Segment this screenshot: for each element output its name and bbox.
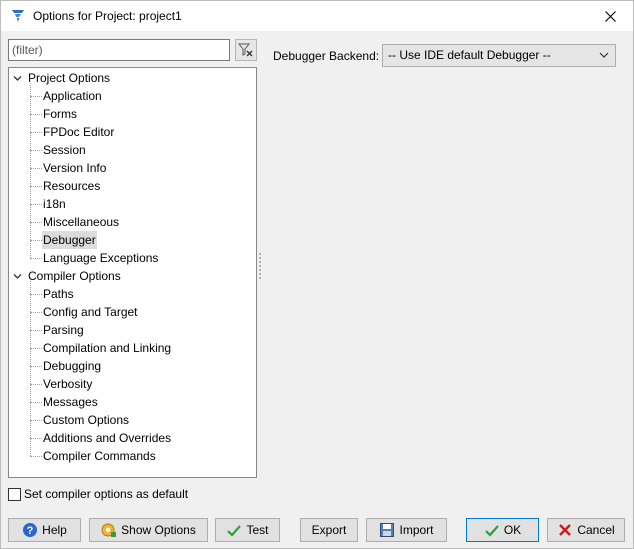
help-icon: ? (23, 523, 38, 537)
export-button[interactable]: Export (300, 518, 358, 542)
tree-item[interactable]: Compilation and Linking (42, 339, 172, 357)
tree-item[interactable]: Config and Target (42, 303, 139, 321)
cancel-label: Cancel (577, 523, 615, 537)
tree-item[interactable]: Miscellaneous (42, 213, 120, 231)
debugger-backend-select[interactable]: -- Use IDE default Debugger -- (382, 44, 616, 67)
help-button[interactable]: ? Help (8, 518, 81, 542)
tree-item-label: Miscellaneous (43, 215, 120, 229)
import-button[interactable]: Import (366, 518, 447, 542)
tree-item[interactable]: FPDoc Editor (42, 123, 115, 141)
default-options-checkbox[interactable] (8, 487, 21, 501)
help-label: Help (42, 523, 67, 537)
save-disk-icon (380, 523, 395, 537)
tree-item-label: Verbosity (43, 377, 93, 391)
tree-item[interactable]: Parsing (42, 321, 85, 339)
tree-item[interactable]: Application (42, 87, 103, 105)
tree-item-label: Session (43, 143, 86, 157)
ok-button[interactable]: OK (466, 518, 539, 542)
tree-item[interactable]: Verbosity (42, 375, 93, 393)
close-icon (604, 10, 616, 22)
tree-item[interactable]: Custom Options (42, 411, 130, 429)
tree-item[interactable]: Language Exceptions (42, 249, 159, 267)
debugger-backend-label: Debugger Backend: (273, 49, 380, 63)
default-options-row[interactable]: Set compiler options as default (8, 486, 188, 502)
test-button[interactable]: Test (215, 518, 280, 542)
tree-item-label: Additions and Overrides (43, 431, 172, 445)
tree-item[interactable]: Messages (42, 393, 99, 411)
import-label: Import (399, 523, 434, 537)
tree-group[interactable]: Compiler Options (27, 267, 122, 285)
splitter-handle[interactable] (259, 253, 262, 283)
cancel-button[interactable]: Cancel (547, 518, 625, 542)
tree-item[interactable]: Compiler Commands (42, 447, 157, 465)
tree-item-label: Messages (43, 395, 98, 409)
tree-item-label: Application (43, 89, 102, 103)
title-bar: Options for Project: project1 (1, 1, 633, 31)
tree-item-label: Paths (43, 287, 74, 301)
tree-item[interactable]: Paths (42, 285, 75, 303)
tree-item-label: FPDoc Editor (43, 125, 115, 139)
show-options-icon (101, 523, 117, 537)
options-dialog: Options for Project: project1 Project Op… (0, 0, 634, 549)
tree-item[interactable]: Additions and Overrides (42, 429, 172, 447)
export-label: Export (311, 523, 347, 537)
tree-item-label: Debugging (43, 359, 102, 373)
tree-item[interactable]: Version Info (42, 159, 107, 177)
tree-item[interactable]: Forms (42, 105, 78, 123)
tree-item-label: Compilation and Linking (43, 341, 172, 355)
filter-input[interactable] (8, 39, 230, 61)
show-options-button[interactable]: Show Options (89, 518, 208, 542)
options-tree[interactable]: Project Options Application Forms FPDoc Edi… (8, 67, 257, 478)
tree-expander[interactable] (11, 69, 23, 87)
tree-item-label: Language Exceptions (43, 251, 159, 265)
tree-item-label: Custom Options (43, 413, 130, 427)
tree-group-label: Project Options (28, 71, 111, 85)
check-icon (227, 525, 242, 537)
tree-item-label: Version Info (43, 161, 107, 175)
tree-item-label: Forms (43, 107, 77, 121)
close-button[interactable] (587, 1, 633, 31)
clear-filter-button[interactable] (235, 39, 257, 61)
show-options-label: Show Options (121, 523, 196, 537)
debugger-backend-value: -- Use IDE default Debugger -- (388, 48, 551, 62)
tree-item-label: Debugger (43, 233, 96, 247)
check-icon (485, 525, 499, 537)
svg-text:?: ? (27, 525, 34, 537)
chevron-down-icon (599, 52, 609, 58)
test-label: Test (246, 523, 269, 537)
tree-group-label: Compiler Options (28, 269, 121, 283)
chevron-down-icon (13, 273, 21, 279)
default-options-label: Set compiler options as default (24, 487, 189, 501)
tree-item[interactable]: Session (42, 141, 87, 159)
tree-item[interactable]: Debugging (42, 357, 102, 375)
tree-item-label: Compiler Commands (43, 449, 156, 463)
tree-expander[interactable] (11, 267, 23, 285)
tree-item[interactable]: i18n (42, 195, 67, 213)
ok-label: OK (503, 523, 522, 537)
tree-item[interactable]: Debugger (42, 231, 97, 249)
window-title: Options for Project: project1 (33, 9, 182, 23)
tree-item-label: Resources (43, 179, 101, 193)
tree-item-label: Parsing (43, 323, 84, 337)
lazarus-app-icon (12, 10, 24, 22)
filter-clear-icon (238, 43, 253, 57)
chevron-down-icon (13, 75, 21, 81)
tree-item-label: i18n (43, 197, 66, 211)
tree-group[interactable]: Project Options (27, 69, 111, 87)
tree-item[interactable]: Resources (42, 177, 101, 195)
cancel-x-icon (559, 524, 572, 536)
tree-item-label: Config and Target (43, 305, 138, 319)
